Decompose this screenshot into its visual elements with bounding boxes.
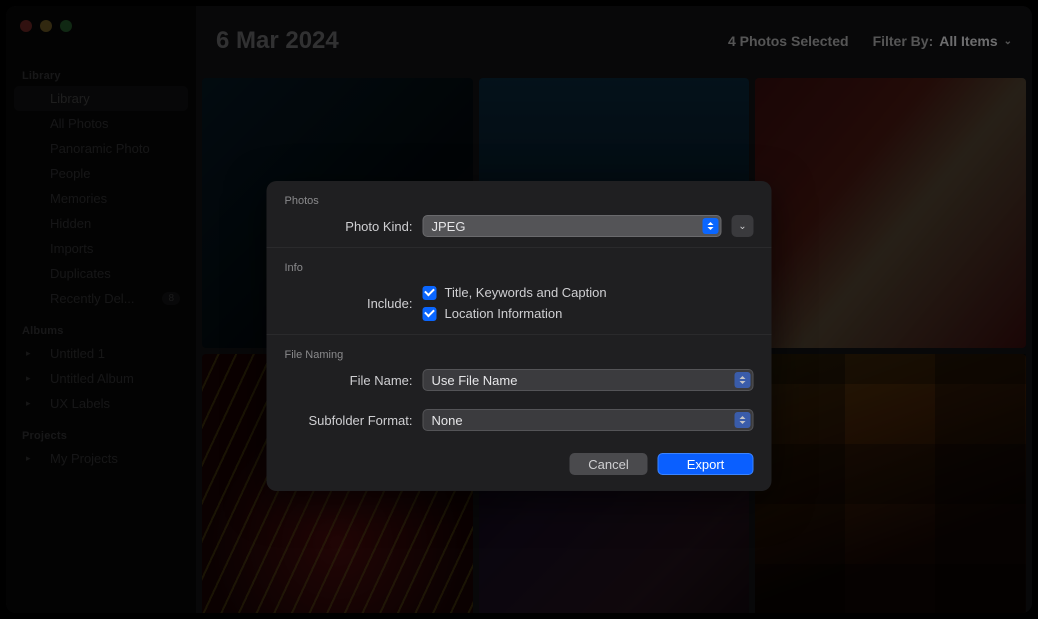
section-info-label: Info <box>267 248 772 278</box>
include-title-checkbox[interactable] <box>423 286 437 300</box>
file-name-label: File Name: <box>285 373 413 388</box>
chevron-down-icon: ⌄ <box>738 221 746 232</box>
subfolder-dropdown[interactable]: None <box>423 409 754 431</box>
export-button[interactable]: Export <box>658 453 754 475</box>
updown-icon <box>735 372 751 388</box>
updown-icon <box>735 412 751 428</box>
photo-kind-value: JPEG <box>432 219 466 234</box>
subfolder-value: None <box>432 413 463 428</box>
include-label: Include: <box>285 296 413 311</box>
cancel-button[interactable]: Cancel <box>570 453 648 475</box>
app-window: Library Library All Photos Panoramic Pho… <box>6 6 1032 613</box>
updown-icon <box>703 218 719 234</box>
section-filenaming-label: File Naming <box>267 335 772 365</box>
file-name-dropdown[interactable]: Use File Name <box>423 369 754 391</box>
include-location-label: Location Information <box>445 306 563 321</box>
file-name-value: Use File Name <box>432 373 518 388</box>
include-title-label: Title, Keywords and Caption <box>445 285 607 300</box>
photo-kind-dropdown[interactable]: JPEG <box>423 215 722 237</box>
subfolder-label: Subfolder Format: <box>285 413 413 428</box>
include-location-checkbox[interactable] <box>423 307 437 321</box>
section-photos-label: Photos <box>267 181 772 211</box>
export-sheet: Photos Photo Kind: JPEG ⌄ Info Include: … <box>267 181 772 491</box>
expand-options-button[interactable]: ⌄ <box>732 215 754 237</box>
photo-kind-label: Photo Kind: <box>285 219 413 234</box>
